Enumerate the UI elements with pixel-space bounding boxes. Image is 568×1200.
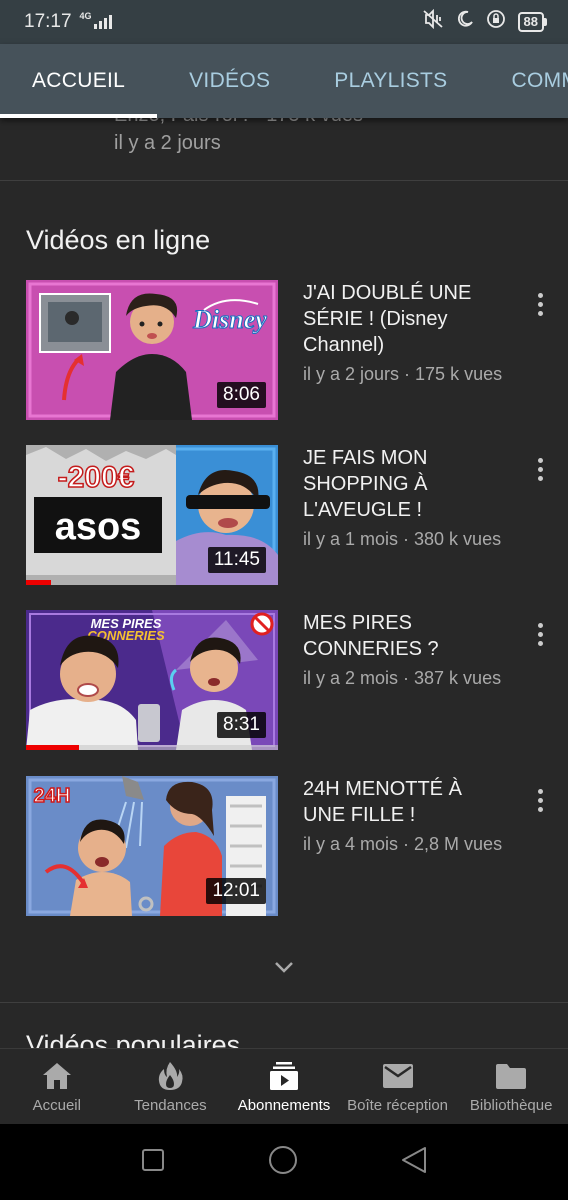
more-options-icon[interactable]	[528, 455, 552, 483]
video-title[interactable]: 24H MENOTTÉ À UNE FILLE !	[303, 776, 503, 828]
section-title-popular: Vidéos populaires	[26, 1030, 241, 1048]
watch-progress	[26, 580, 52, 585]
nav-inbox-label: Boîte réception	[347, 1097, 449, 1114]
more-options-icon[interactable]	[528, 620, 552, 648]
nav-subscriptions[interactable]: Abonnements	[227, 1049, 341, 1124]
chevron-down-icon[interactable]	[272, 955, 296, 979]
video-duration: 8:06	[217, 382, 266, 408]
previous-video-item[interactable]: Enzo, Fais-rol ! · 175 k vues il y a 2 j…	[0, 118, 568, 180]
thumbnail-caption: 24H	[34, 785, 71, 807]
tab-home[interactable]: ACCUEIL	[0, 44, 158, 118]
more-options-icon[interactable]	[528, 786, 552, 814]
home-icon	[41, 1061, 73, 1091]
nav-home[interactable]: Accueil	[0, 1049, 114, 1124]
bottom-navigation: Accueil Tendances Abonnements Boîte réce…	[0, 1048, 568, 1124]
channel-tabs: ACCUEIL VIDÉOS PLAYLISTS COMMU	[0, 44, 568, 118]
lock-rotation-icon	[486, 9, 506, 35]
watch-progress	[26, 745, 79, 750]
nav-home-label: Accueil	[32, 1097, 81, 1114]
video-item[interactable]: MES PIRES CONNERIES 8:31 MES PIRES CONNE…	[0, 610, 568, 750]
tab-playlists[interactable]: PLAYLISTS	[302, 44, 479, 118]
mute-vibrate-icon	[422, 8, 444, 35]
previous-video-date: il y a 2 jours	[114, 132, 221, 154]
clock: 17:17	[24, 11, 72, 32]
video-info[interactable]: MES PIRES CONNERIES ? il y a 2 mois · 38…	[303, 610, 503, 690]
video-item[interactable]: 24H 12:01 24H MENOTTÉ À UNE FILLE ! il y…	[0, 776, 568, 916]
channel-content[interactable]: Enzo, Fais-rol ! · 175 k vues il y a 2 j…	[0, 118, 568, 1048]
mail-icon	[382, 1061, 414, 1091]
nav-inbox[interactable]: Boîte réception	[341, 1049, 455, 1124]
video-thumbnail[interactable]: 24H 12:01	[26, 776, 278, 916]
video-meta: il y a 2 jours · 175 k vues	[303, 364, 503, 384]
divider	[0, 1002, 568, 1003]
disney-logo: Disney	[192, 305, 267, 334]
video-title[interactable]: MES PIRES CONNERIES ?	[303, 610, 503, 662]
video-thumbnail[interactable]: MES PIRES CONNERIES 8:31	[26, 610, 278, 750]
flame-icon	[154, 1061, 186, 1091]
battery-level: 88	[523, 14, 538, 29]
battery-icon: 88	[517, 12, 548, 32]
signal-icon: 4G	[80, 11, 112, 29]
moon-icon	[456, 10, 474, 34]
folder-icon	[495, 1061, 527, 1091]
video-item[interactable]: asos -200€ 11:45 JE FAIS MON SHOPPING À …	[0, 445, 568, 585]
video-duration: 8:31	[217, 712, 266, 738]
asos-logo: asos	[55, 506, 142, 548]
video-info[interactable]: 24H MENOTTÉ À UNE FILLE ! il y a 4 mois …	[303, 776, 503, 856]
network-type: 4G	[79, 11, 92, 21]
tab-videos[interactable]: VIDÉOS	[157, 44, 302, 118]
video-thumbnail[interactable]: Disney 8:06	[26, 280, 278, 420]
back-button[interactable]	[401, 1146, 427, 1179]
home-button[interactable]	[268, 1145, 298, 1180]
video-item[interactable]: Disney 8:06 J'AI DOUBLÉ UNE SÉRIE ! (Dis…	[0, 280, 568, 420]
price-label: -200€	[58, 461, 135, 494]
video-meta: il y a 2 mois · 387 k vues	[303, 668, 502, 688]
status-bar: 17:17 4G 88	[0, 0, 568, 44]
nav-library-label: Bibliothèque	[469, 1097, 553, 1114]
video-meta: il y a 1 mois · 380 k vues	[303, 529, 502, 549]
system-navigation-bar	[0, 1124, 568, 1200]
subscriptions-icon	[268, 1061, 300, 1091]
nav-trending[interactable]: Tendances	[114, 1049, 228, 1124]
nav-subscriptions-label: Abonnements	[237, 1097, 331, 1114]
previous-video-title: Enzo, Fais-rol ! · 175 k vues	[114, 118, 363, 127]
video-duration: 12:01	[206, 878, 266, 904]
nav-trending-label: Tendances	[134, 1097, 207, 1114]
recents-button[interactable]	[141, 1148, 165, 1177]
video-duration: 11:45	[207, 547, 266, 573]
video-info[interactable]: JE FAIS MON SHOPPING À L'AVEUGLE ! il y …	[303, 445, 503, 551]
video-info[interactable]: J'AI DOUBLÉ UNE SÉRIE ! (Disney Channel)…	[303, 280, 503, 386]
video-thumbnail[interactable]: asos -200€ 11:45	[26, 445, 278, 585]
video-title[interactable]: J'AI DOUBLÉ UNE SÉRIE ! (Disney Channel)	[303, 280, 503, 358]
more-options-icon[interactable]	[528, 290, 552, 318]
video-meta: il y a 4 mois · 2,8 M vues	[303, 834, 503, 854]
tab-community[interactable]: COMMU	[479, 44, 568, 118]
nav-library[interactable]: Bibliothèque	[454, 1049, 568, 1124]
video-title[interactable]: JE FAIS MON SHOPPING À L'AVEUGLE !	[303, 445, 503, 523]
